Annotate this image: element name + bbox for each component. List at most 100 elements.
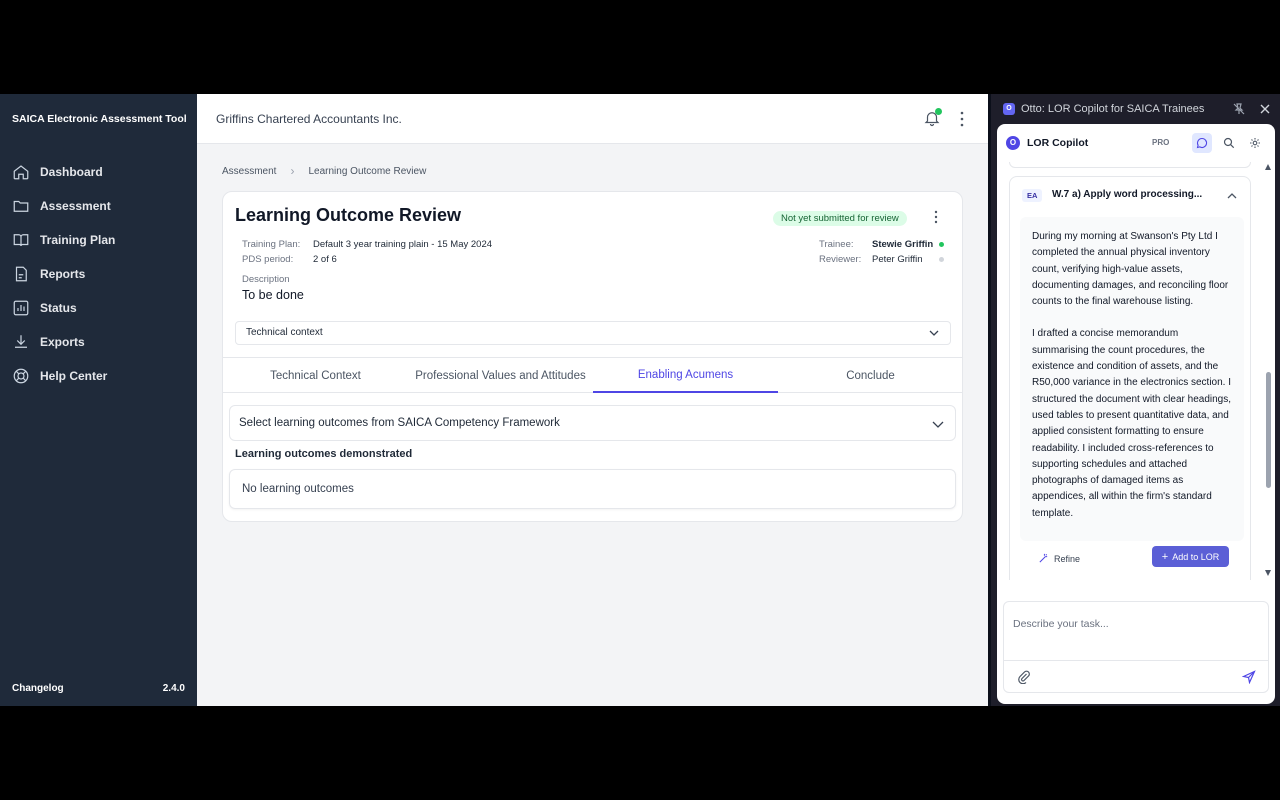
folder-icon: [13, 200, 29, 212]
reviewer-status-dot: [939, 257, 944, 262]
sparkle-icon: [1039, 553, 1048, 563]
panel-window-title: Otto: LOR Copilot for SAICA Trainees: [1021, 103, 1205, 115]
sidebar-item-status[interactable]: Status: [12, 297, 77, 319]
top-bar: Griffins Chartered Accountants Inc.: [197, 94, 988, 144]
gear-icon: [1250, 138, 1260, 148]
description-value: To be done: [242, 288, 304, 302]
screen: SAICA Electronic Assessment Tool Dashboa…: [0, 94, 1280, 706]
sidebar-item-dashboard[interactable]: Dashboard: [12, 161, 103, 183]
book-icon: [13, 234, 29, 247]
learning-outcomes-select[interactable]: Select learning outcomes from SAICA Comp…: [229, 405, 956, 441]
sidebar-item-label: Reports: [40, 267, 86, 281]
sidebar-item-label: Status: [40, 301, 77, 315]
context-select-value: Technical context: [246, 327, 323, 338]
chevron-right-icon: ›: [290, 164, 295, 178]
entry-paragraph: During my morning at Swanson's Pty Ltd I…: [1032, 231, 1229, 308]
sidebar: SAICA Electronic Assessment Tool Dashboa…: [0, 94, 197, 706]
description-label: Description: [242, 274, 290, 285]
settings-button[interactable]: [1245, 133, 1265, 153]
refine-button[interactable]: Refine: [1038, 553, 1080, 564]
training-plan-value: Default 3 year training plain - 15 May 2…: [313, 239, 493, 250]
task-input[interactable]: [1013, 614, 1261, 634]
entry-body: During my morning at Swanson's Pty Ltd I…: [1020, 217, 1244, 541]
copilot-header: O LOR Copilot PRO: [997, 124, 1275, 162]
pds-label: PDS period:: [242, 254, 294, 265]
copilot-title: LOR Copilot: [1027, 137, 1089, 149]
entry-title: W.7 a) Apply word processing...: [1052, 189, 1203, 200]
otto-logo: O: [1003, 103, 1015, 115]
sidebar-item-label: Dashboard: [40, 165, 103, 179]
search-button[interactable]: [1219, 133, 1239, 153]
more-vertical-icon[interactable]: [957, 110, 967, 128]
chat-area: EA W.7 a) Apply word processing... Durin…: [997, 162, 1275, 580]
scroll-thumb[interactable]: [1266, 372, 1271, 488]
pro-badge: PRO: [1152, 138, 1170, 147]
reviewer-label: Reviewer:: [819, 254, 862, 265]
app-version: 2.4.0: [162, 683, 185, 694]
previous-entry-card: [1009, 162, 1251, 168]
trainee-label: Trainee:: [819, 239, 854, 250]
learning-outcomes-select-placeholder: Select learning outcomes from SAICA Comp…: [239, 417, 560, 429]
learning-outcomes-empty: No learning outcomes: [229, 469, 956, 509]
status-badge: Not yet submitted for review: [773, 211, 907, 226]
app-brand: SAICA Electronic Assessment Tool: [12, 113, 187, 125]
scroll-up-icon[interactable]: [1265, 164, 1271, 170]
chat-bubble-icon: [1196, 137, 1208, 149]
chat-scrollbar[interactable]: [1263, 162, 1273, 580]
input-divider: [1004, 660, 1268, 661]
tab-professional-values[interactable]: Professional Values and Attitudes: [408, 358, 593, 393]
send-icon[interactable]: [1242, 670, 1256, 684]
sidebar-item-reports[interactable]: Reports: [12, 263, 85, 285]
breadcrumb: Assessment › Learning Outcome Review: [222, 164, 426, 178]
copilot-window: O LOR Copilot PRO EA W.7 a) Apply word p…: [997, 124, 1275, 704]
chevron-up-icon[interactable]: [1226, 190, 1238, 202]
reviewer-value: Peter Griffin: [872, 254, 923, 265]
lifebuoy-icon: [13, 368, 29, 384]
close-icon[interactable]: [1258, 102, 1272, 116]
copilot-side-panel: O Otto: LOR Copilot for SAICA Trainees O…: [991, 94, 1280, 706]
tab-technical-context[interactable]: Technical Context: [223, 358, 408, 393]
sidebar-item-label: Help Center: [40, 369, 108, 383]
learning-outcomes-heading: Learning outcomes demonstrated: [235, 448, 413, 460]
main-content: Griffins Chartered Accountants Inc. Asse…: [197, 94, 988, 706]
more-vertical-icon[interactable]: [932, 209, 940, 225]
sidebar-item-training-plan[interactable]: Training Plan: [12, 229, 115, 251]
tab-bar: Technical Context Professional Values an…: [223, 357, 962, 393]
breadcrumb-current: Learning Outcome Review: [308, 165, 427, 177]
download-icon: [15, 335, 27, 348]
chevron-down-icon: [932, 421, 944, 428]
report-icon: [15, 266, 27, 282]
add-to-lor-button[interactable]: + Add to LOR: [1152, 546, 1229, 567]
breadcrumb-assessment[interactable]: Assessment: [222, 166, 276, 177]
chart-icon: [13, 300, 29, 316]
sidebar-item-label: Assessment: [40, 199, 111, 213]
sidebar-item-exports[interactable]: Exports: [12, 331, 85, 353]
pds-value: 2 of 6: [313, 254, 337, 265]
tab-enabling-acumens[interactable]: Enabling Acumens: [593, 358, 778, 393]
trainee-status-dot: [939, 242, 944, 247]
lor-entry-card: EA W.7 a) Apply word processing... Durin…: [1009, 176, 1251, 580]
unpin-icon[interactable]: [1232, 102, 1246, 116]
entry-category-badge: EA: [1022, 189, 1043, 202]
notification-dot: [935, 108, 942, 115]
trainee-value: Stewie Griffin: [872, 239, 934, 250]
chat-button[interactable]: [1192, 133, 1212, 153]
tab-conclude[interactable]: Conclude: [778, 358, 963, 393]
sidebar-item-label: Exports: [40, 335, 85, 349]
sidebar-item-assessment[interactable]: Assessment: [12, 195, 111, 217]
copilot-logo: O: [1006, 136, 1020, 150]
changelog-link[interactable]: Changelog: [12, 683, 64, 694]
review-card: Learning Outcome Review Not yet submitte…: [222, 191, 963, 522]
home-icon: [13, 165, 29, 180]
paperclip-icon[interactable]: [1017, 670, 1031, 684]
search-icon: [1223, 137, 1235, 149]
context-select[interactable]: Technical context: [235, 321, 951, 345]
plus-icon: +: [1161, 550, 1169, 563]
sidebar-item-help-center[interactable]: Help Center: [12, 365, 107, 387]
scroll-down-icon[interactable]: [1265, 570, 1271, 576]
task-input-box: [1003, 601, 1269, 693]
sidebar-item-label: Training Plan: [40, 233, 116, 247]
company-name: Griffins Chartered Accountants Inc.: [216, 112, 402, 126]
add-to-lor-label: Add to LOR: [1172, 551, 1220, 562]
page-title: Learning Outcome Review: [235, 205, 462, 225]
